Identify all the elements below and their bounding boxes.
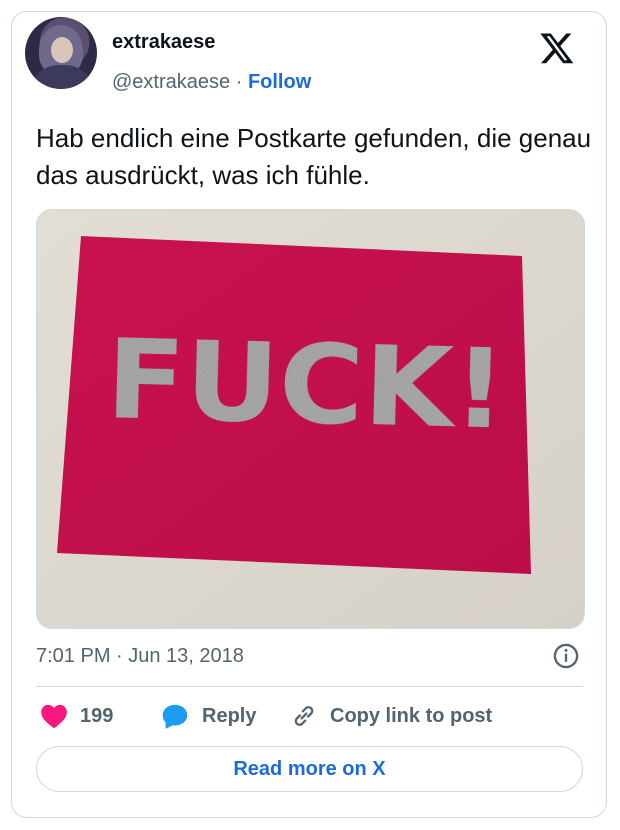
link-icon xyxy=(294,706,314,726)
author-display-name[interactable]: extrakaese xyxy=(112,31,215,54)
read-more-button[interactable]: Read more on X xyxy=(36,746,583,792)
author-handle-row: @extrakaese · Follow xyxy=(112,71,311,94)
copy-link-button[interactable]: Copy link to post xyxy=(290,700,492,732)
reply-bubble-icon xyxy=(162,704,188,729)
like-button[interactable]: 199 xyxy=(40,700,113,732)
heart-icon xyxy=(41,704,67,729)
avatar[interactable] xyxy=(25,17,97,89)
copy-link-label: Copy link to post xyxy=(330,704,493,727)
separator-dot: · xyxy=(235,71,243,93)
reply-button[interactable]: Reply xyxy=(160,700,256,732)
x-logo-icon[interactable] xyxy=(538,30,576,66)
like-count: 199 xyxy=(80,704,114,727)
author-handle[interactable]: @extrakaese xyxy=(112,71,230,93)
divider xyxy=(36,686,583,687)
reply-label: Reply xyxy=(202,704,257,727)
info-icon[interactable] xyxy=(552,642,580,670)
tweet-image[interactable]: FUCK! xyxy=(36,209,585,629)
timestamp[interactable]: 7:01 PM · Jun 13, 2018 xyxy=(36,645,244,668)
tweet-text: Hab endlich eine Postkarte gefunden, die… xyxy=(36,123,592,190)
postcard-lettering: FUCK! xyxy=(105,315,508,454)
postcard-photo: FUCK! xyxy=(37,210,584,628)
follow-button[interactable]: Follow xyxy=(248,71,311,93)
